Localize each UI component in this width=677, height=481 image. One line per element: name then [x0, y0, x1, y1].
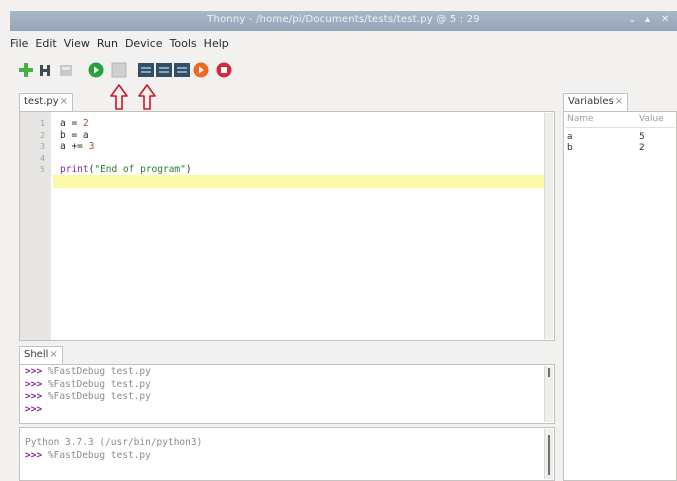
- variable-value[interactable]: 5: [639, 132, 645, 142]
- name-column-header[interactable]: Name: [567, 114, 594, 124]
- menu-edit[interactable]: Edit: [35, 37, 56, 55]
- code-token: b = a: [60, 129, 89, 141]
- line-number-gutter: 1 2 3 4 5: [20, 112, 51, 340]
- code-token: "End of program": [94, 164, 186, 175]
- shell-line: >>>: [25, 404, 42, 415]
- code-line: a += 3: [60, 141, 94, 152]
- scrollbar-thumb[interactable]: [548, 368, 550, 377]
- tab-shell[interactable]: Shell×: [19, 346, 63, 365]
- tab-label: Variables: [568, 96, 614, 107]
- menu-run[interactable]: Run: [97, 37, 118, 55]
- shell-prompt: >>>: [25, 391, 43, 402]
- shell-line: >>> %FastDebug test.py: [25, 379, 151, 390]
- variable-name[interactable]: b: [567, 143, 573, 153]
- variable-value[interactable]: 2: [639, 143, 645, 153]
- annotation-arrow-up-icon: [138, 84, 156, 110]
- code-line: a = 2: [60, 118, 89, 129]
- open-file-icon[interactable]: [38, 62, 54, 78]
- save-icon[interactable]: [58, 62, 74, 78]
- window-title: Thonny - /home/pi/Documents/tests/test.p…: [207, 14, 480, 25]
- code-token: a +=: [60, 141, 89, 152]
- code-token: a =: [60, 118, 83, 129]
- new-file-icon[interactable]: [18, 62, 34, 78]
- tab-close-icon[interactable]: ×: [60, 96, 68, 107]
- line-number: 1: [40, 119, 45, 128]
- shell-output-bottom[interactable]: Python 3.7.3 (/usr/bin/python3) >>> %Fast…: [19, 427, 555, 481]
- shell-scrollbar[interactable]: [544, 366, 553, 422]
- tab-close-icon[interactable]: ×: [49, 349, 57, 360]
- tab-label: test.py: [24, 96, 59, 107]
- code-line: print("End of program"): [60, 164, 192, 175]
- menu-help[interactable]: Help: [204, 37, 229, 55]
- editor-scrollbar[interactable]: [544, 113, 553, 339]
- shell-text: %FastDebug test.py: [42, 378, 151, 390]
- shell-text: %FastDebug test.py: [42, 449, 151, 461]
- code-token: ): [185, 164, 192, 175]
- menu-device[interactable]: Device: [125, 37, 163, 55]
- shell-output-top[interactable]: >>> %FastDebug test.py >>> %FastDebug tes…: [19, 364, 555, 424]
- debug-icon[interactable]: [111, 62, 127, 78]
- close-window-button[interactable]: ✕: [661, 14, 669, 25]
- code-token: 3: [88, 141, 95, 152]
- tab-label: Shell: [24, 349, 49, 360]
- run-icon[interactable]: [88, 62, 104, 78]
- shell-text: %FastDebug test.py: [42, 366, 151, 377]
- shell-prompt: >>>: [25, 449, 43, 461]
- annotation-arrow-up-icon: [110, 84, 128, 110]
- variable-name[interactable]: a: [567, 132, 573, 142]
- scrollbar-thumb[interactable]: [548, 435, 550, 475]
- step-over-icon[interactable]: [138, 62, 154, 78]
- shell-line: >>> %FastDebug test.py: [25, 450, 151, 461]
- shell-line: >>> %FastDebug test.py: [25, 366, 151, 377]
- tab-variables[interactable]: Variables×: [563, 93, 629, 112]
- tab-close-icon[interactable]: ×: [615, 96, 623, 107]
- shell-text: %FastDebug test.py: [42, 391, 151, 402]
- shell-line: Python 3.7.3 (/usr/bin/python3): [25, 437, 202, 448]
- menu-file[interactable]: File: [10, 37, 28, 55]
- step-out-icon[interactable]: [174, 62, 190, 78]
- maximize-button[interactable]: ▴: [645, 14, 650, 25]
- code-token: 2: [82, 118, 89, 129]
- header-divider: [565, 127, 675, 128]
- menu-view[interactable]: View: [64, 37, 90, 55]
- code-editor[interactable]: 12345 a = 2b = aa += 3 print("End of prog…: [19, 111, 555, 341]
- shell-prompt: >>>: [25, 366, 43, 377]
- line-number: 5: [40, 165, 45, 174]
- shell-line: >>> %FastDebug test.py: [25, 391, 151, 402]
- line-number: 2: [40, 130, 45, 140]
- resume-icon[interactable]: [193, 62, 209, 78]
- stop-icon[interactable]: [216, 62, 232, 78]
- title-bar: Thonny - /home/pi/Documents/tests/test.p…: [10, 11, 677, 31]
- tab-test-py[interactable]: test.py×: [19, 93, 74, 112]
- shell-scrollbar[interactable]: [544, 429, 553, 479]
- code-token: print: [60, 164, 89, 175]
- menu-tools[interactable]: Tools: [170, 37, 197, 55]
- shell-prompt: >>>: [25, 403, 43, 415]
- value-column-header[interactable]: Value: [639, 114, 664, 124]
- variables-panel: Name Value a 5 b 2: [563, 111, 677, 481]
- code-line: b = a: [60, 130, 89, 141]
- line-number: 3: [40, 142, 45, 151]
- current-line-highlight: [53, 175, 552, 188]
- menu-bar: File Edit View Run Device Tools Help: [10, 37, 229, 55]
- line-number: 4: [40, 153, 45, 163]
- shell-text: Python 3.7.3 (/usr/bin/python3): [25, 437, 203, 448]
- shell-prompt: >>>: [25, 378, 43, 390]
- step-into-icon[interactable]: [156, 62, 172, 78]
- minimize-button[interactable]: ⌄: [628, 14, 636, 25]
